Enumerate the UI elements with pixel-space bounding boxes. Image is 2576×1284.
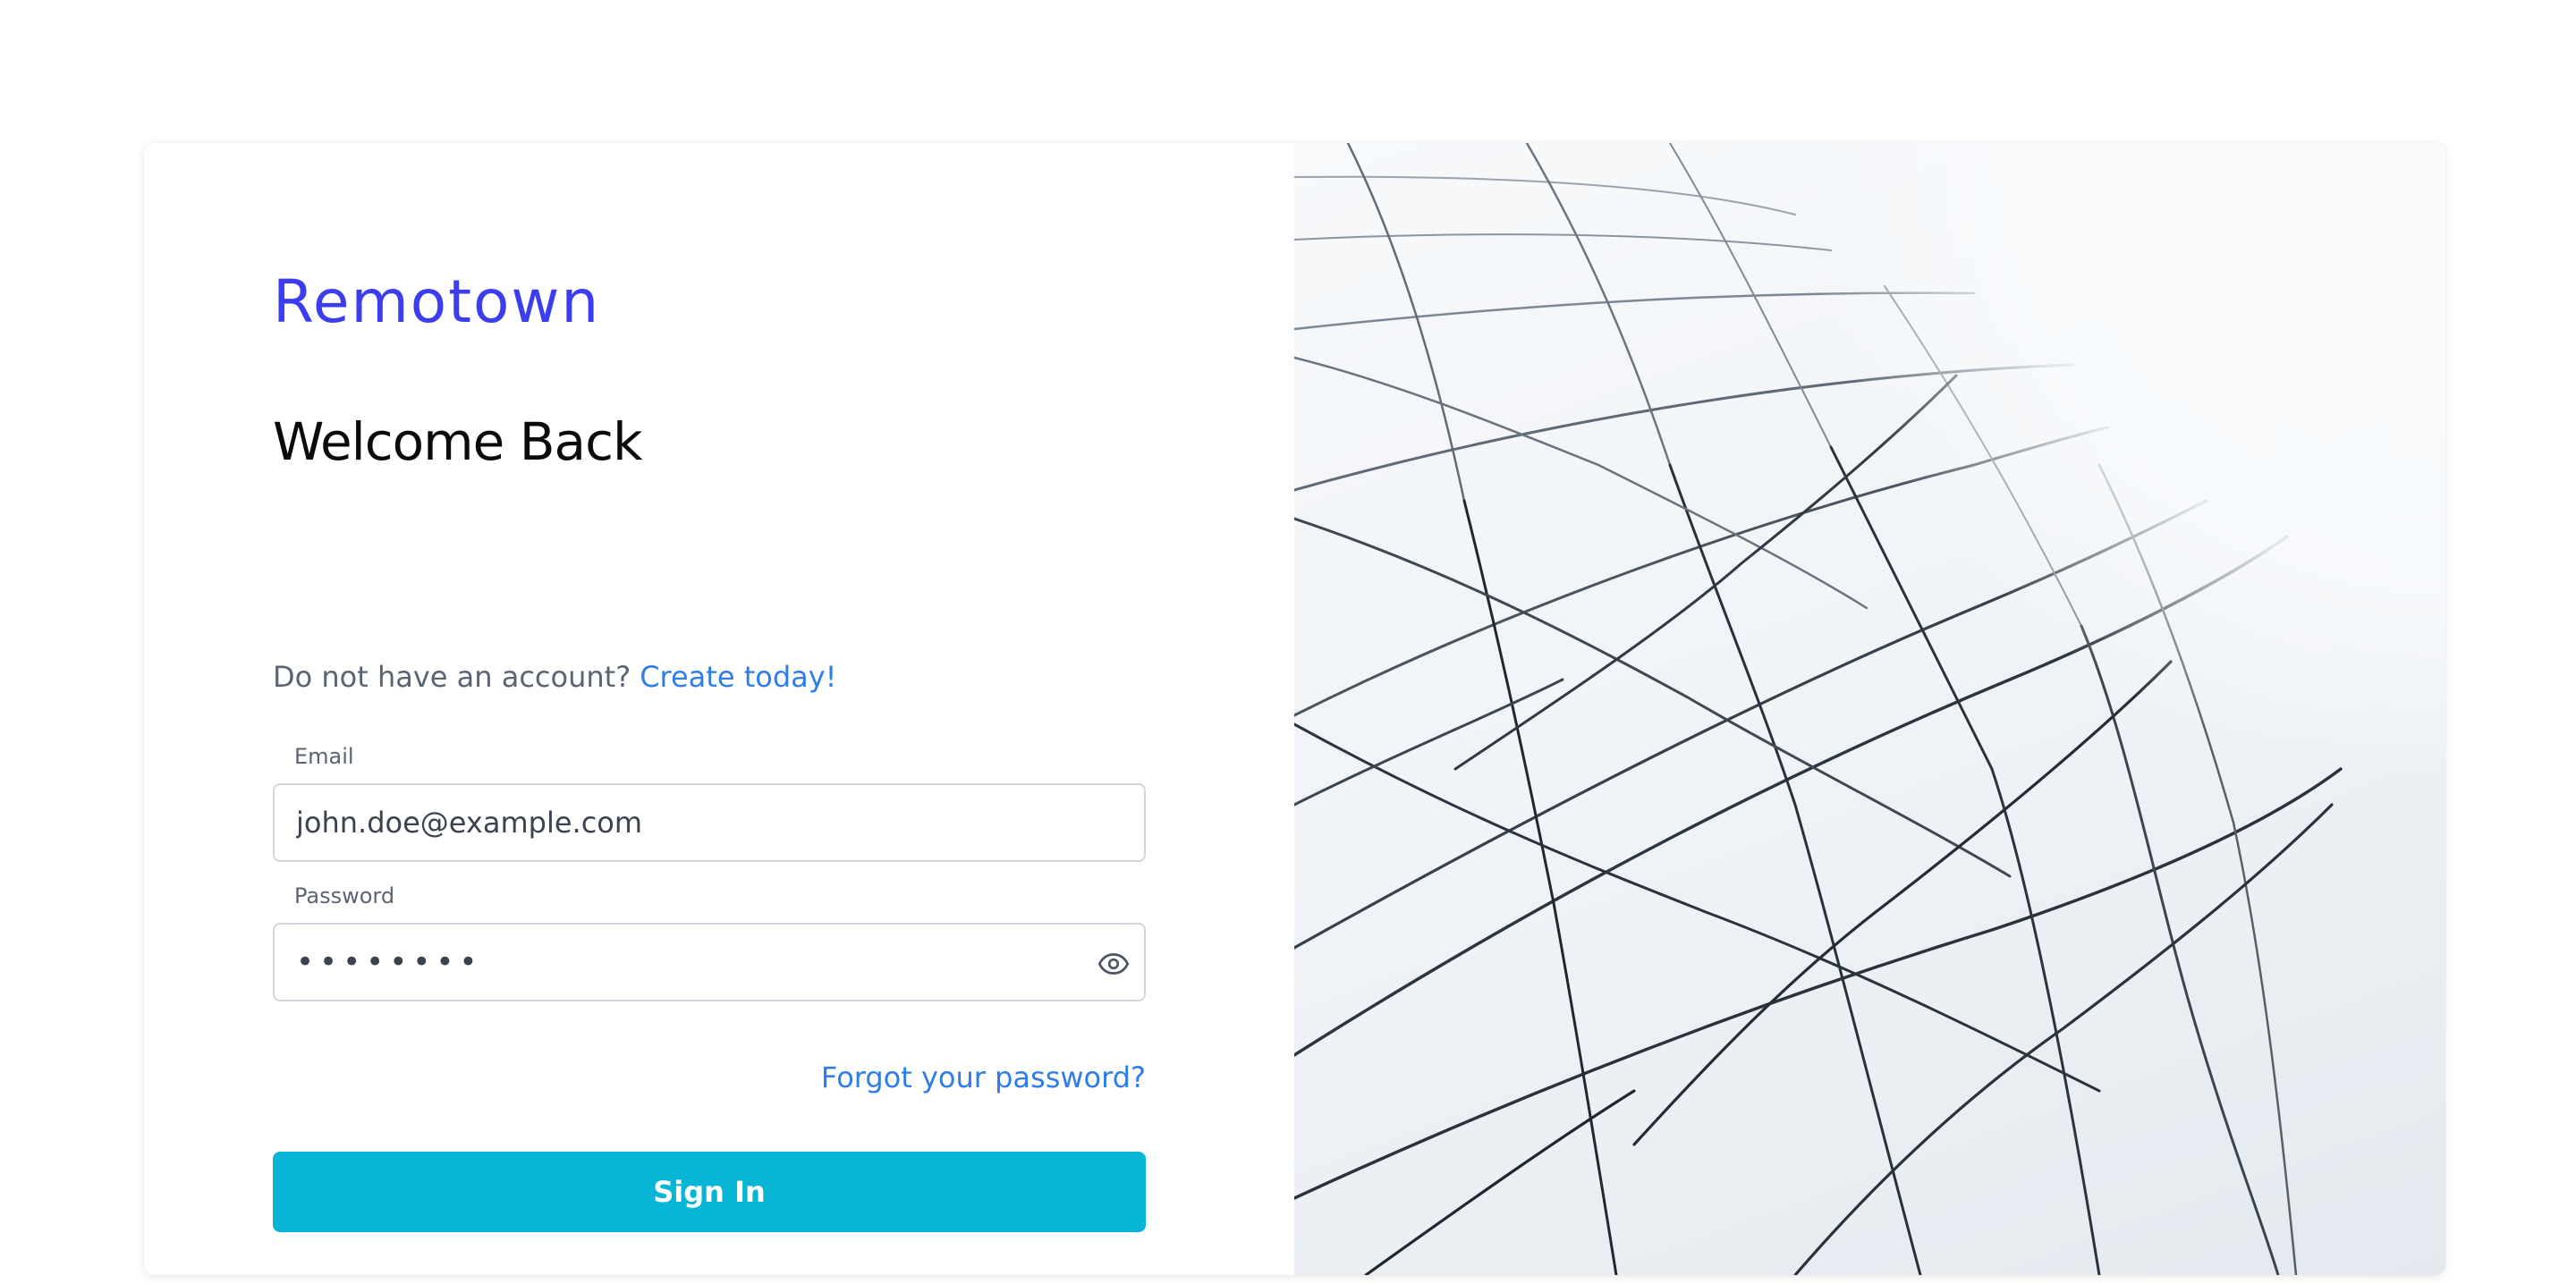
email-field[interactable] xyxy=(273,783,1146,862)
email-label: Email xyxy=(294,744,354,769)
geodesic-dome-icon xyxy=(1294,143,2445,1275)
login-card: Remotown Welcome Back Do not have an acc… xyxy=(144,143,2445,1275)
hero-image-panel xyxy=(1294,143,2445,1275)
password-field[interactable]: •••••••• xyxy=(273,923,1146,1001)
signup-prompt-text: Do not have an account? xyxy=(273,660,631,694)
login-panel: Remotown Welcome Back Do not have an acc… xyxy=(144,143,1294,1275)
page-title: Welcome Back xyxy=(273,411,643,472)
password-label: Password xyxy=(294,883,395,908)
forgot-password-link[interactable]: Forgot your password? xyxy=(821,1060,1146,1094)
sign-in-button[interactable]: Sign In xyxy=(273,1152,1146,1232)
brand-logo[interactable]: Remotown xyxy=(273,266,600,338)
signup-prompt-row: Do not have an account? Create today! xyxy=(273,660,837,694)
create-account-link[interactable]: Create today! xyxy=(640,660,836,694)
eye-icon[interactable] xyxy=(1097,948,1130,980)
password-value: •••••••• xyxy=(296,944,483,980)
